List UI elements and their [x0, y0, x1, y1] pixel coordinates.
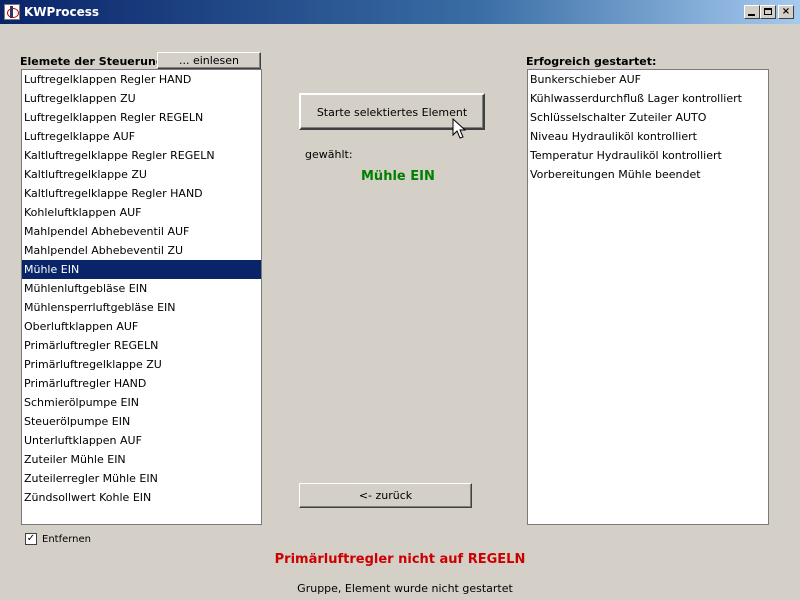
list-item[interactable]: Kaltluftregelklappe ZU — [22, 165, 261, 184]
list-item[interactable]: Zündsollwert Kohle EIN — [22, 488, 261, 507]
list-item[interactable]: Temperatur Hydrauliköl kontrolliert — [528, 146, 768, 165]
list-item[interactable]: Luftregelklappen ZU — [22, 89, 261, 108]
close-button[interactable]: × — [778, 5, 794, 19]
list-item[interactable]: Luftregelklappen Regler HAND — [22, 70, 261, 89]
list-item[interactable]: Vorbereitungen Mühle beendet — [528, 165, 768, 184]
list-item[interactable]: Kaltluftregelklappe Regler HAND — [22, 184, 261, 203]
list-item[interactable]: Mühlensperrluftgebläse EIN — [22, 298, 261, 317]
app-icon — [4, 4, 20, 20]
list-item[interactable]: Zuteiler Mühle EIN — [22, 450, 261, 469]
started-header: Erfogreich gestartet: — [526, 55, 657, 68]
error-message: Primärluftregler nicht auf REGELN — [274, 552, 526, 567]
list-item[interactable]: Luftregelklappen Regler REGELN — [22, 108, 261, 127]
list-item[interactable]: Mühlenluftgebläse EIN — [22, 279, 261, 298]
list-item[interactable]: Oberluftklappen AUF — [22, 317, 261, 336]
info-message: Gruppe, Element wurde nicht gestartet — [297, 582, 513, 595]
mouse-cursor-icon — [452, 118, 467, 139]
remove-checkbox[interactable]: ✓ — [25, 533, 37, 545]
list-item[interactable]: Unterluftklappen AUF — [22, 431, 261, 450]
list-item[interactable]: Schmierölpumpe EIN — [22, 393, 261, 412]
title-bar: KWProcess × — [0, 0, 800, 24]
list-item[interactable]: Zuteilerregler Mühle EIN — [22, 469, 261, 488]
list-item[interactable]: Niveau Hydrauliköl kontrolliert — [528, 127, 768, 146]
minimize-button[interactable] — [744, 5, 760, 19]
list-item[interactable]: Kohleluftklappen AUF — [22, 203, 261, 222]
list-item[interactable]: Primärluftregler HAND — [22, 374, 261, 393]
checkmark-icon: ✓ — [26, 533, 36, 544]
list-item[interactable]: Mühle EIN — [22, 260, 261, 279]
chosen-label: gewählt: — [305, 148, 353, 161]
window-title: KWProcess — [24, 5, 100, 19]
back-button[interactable]: <- zurück — [299, 483, 472, 508]
maximize-icon — [764, 8, 772, 15]
read-button[interactable]: ... einlesen — [157, 52, 261, 69]
list-item[interactable]: Primärluftregelklappe ZU — [22, 355, 261, 374]
list-item[interactable]: Mahlpendel Abhebeventil ZU — [22, 241, 261, 260]
remove-checkbox-label: Entfernen — [42, 534, 92, 545]
chosen-value: Mühle EIN — [361, 169, 435, 184]
list-item[interactable]: Bunkerschieber AUF — [528, 70, 768, 89]
list-item[interactable]: Mahlpendel Abhebeventil AUF — [22, 222, 261, 241]
elements-header: Elemete der Steuerung — [20, 55, 164, 68]
close-icon: × — [781, 6, 791, 17]
list-item[interactable]: Kühlwasserdurchfluß Lager kontrolliert — [528, 89, 768, 108]
maximize-button[interactable] — [760, 5, 776, 19]
minimize-icon — [748, 14, 755, 16]
started-list[interactable]: Bunkerschieber AUF Kühlwasserdurchfluß La… — [527, 69, 769, 525]
list-item[interactable]: Kaltluftregelklappe Regler REGELN — [22, 146, 261, 165]
list-item[interactable]: Steuerölpumpe EIN — [22, 412, 261, 431]
list-item[interactable]: Primärluftregler REGELN — [22, 336, 261, 355]
list-item[interactable]: Luftregelklappe AUF — [22, 127, 261, 146]
elements-list[interactable]: Luftregelklappen Regler HAND Luftregelkla… — [21, 69, 262, 525]
list-item[interactable]: Schlüsselschalter Zuteiler AUTO — [528, 108, 768, 127]
